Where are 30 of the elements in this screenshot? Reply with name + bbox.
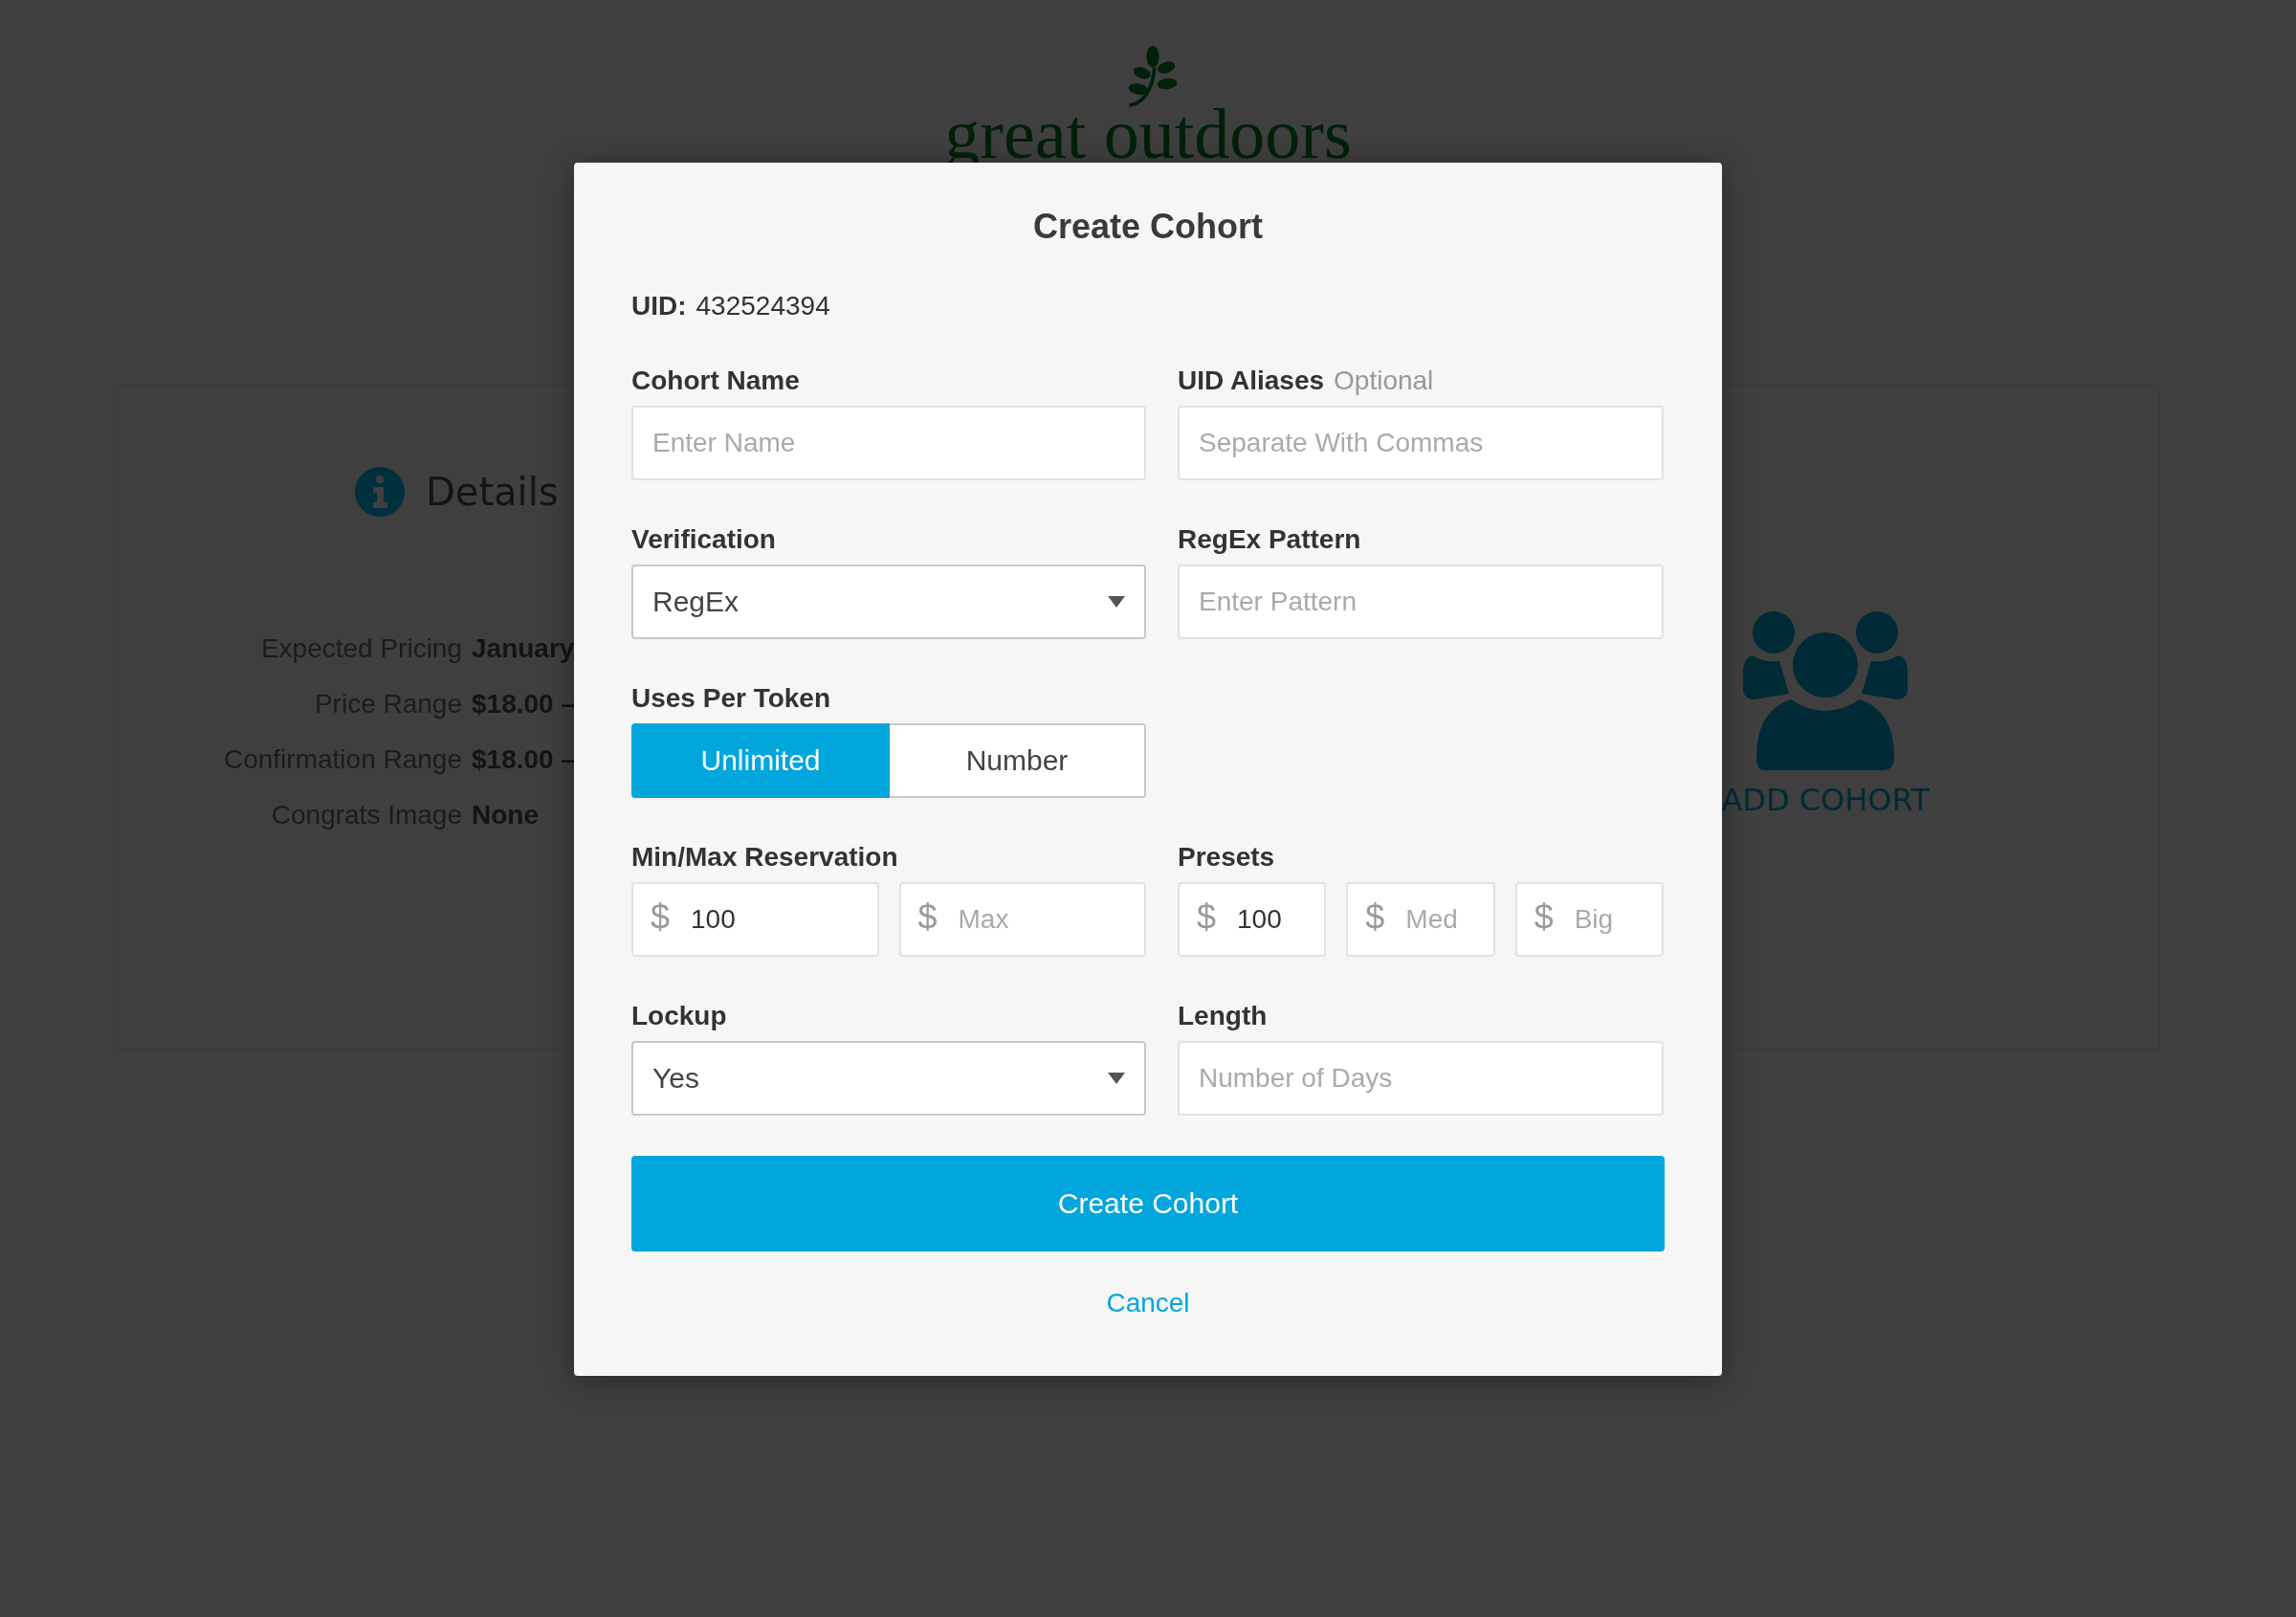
- dialog-title: Create Cohort: [1032, 206, 1264, 248]
- caret-icon: [1108, 596, 1125, 608]
- uid-value: 432524394: [695, 290, 830, 322]
- currency-symbol: $: [651, 898, 671, 937]
- field-label: Cohort Name: [631, 365, 800, 397]
- field-label: UID Aliases: [1178, 365, 1325, 397]
- text-field[interactable]: Number of Days: [1178, 1041, 1664, 1116]
- field-label: Lockup: [631, 1000, 727, 1032]
- field-label: Verification: [631, 523, 776, 556]
- text-field[interactable]: Enter Pattern: [1178, 565, 1664, 639]
- currency-symbol: $: [1534, 898, 1554, 937]
- toggle-option[interactable]: Number: [890, 723, 1146, 798]
- field-label: RegEx Pattern: [1178, 523, 1361, 556]
- info-icon: [355, 467, 405, 517]
- field-label: Presets: [1178, 841, 1275, 874]
- currency-symbol: $: [1197, 898, 1217, 937]
- leaf-icon: [1126, 46, 1180, 107]
- field-label: Uses Per Token: [631, 682, 831, 715]
- currency-symbol: $: [1365, 898, 1385, 937]
- field-label: Min/Max Reservation: [631, 841, 898, 874]
- text-field[interactable]: Enter Name: [631, 406, 1146, 480]
- field-label: Length: [1178, 1000, 1268, 1032]
- uid-label: UID:: [631, 290, 687, 322]
- dropdown[interactable]: Yes: [631, 1041, 1146, 1116]
- people-icon: [1741, 611, 1910, 770]
- caret-icon: [1108, 1073, 1125, 1084]
- optional-hint: Optional: [1334, 365, 1434, 397]
- dropdown[interactable]: RegEx: [631, 565, 1146, 639]
- currency-symbol: $: [917, 898, 938, 937]
- text-field[interactable]: Separate With Commas: [1178, 406, 1664, 480]
